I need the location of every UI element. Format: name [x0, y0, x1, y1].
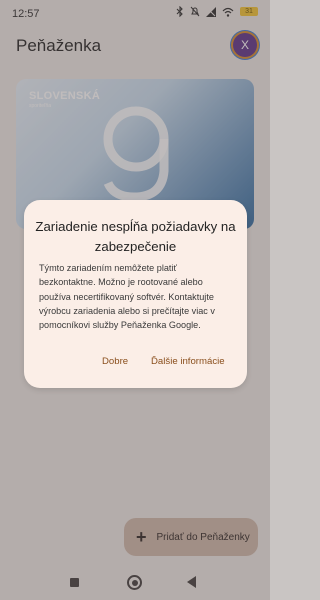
dialog-title: Zariadenie nespĺňa požiadavky na zabezpe…: [35, 219, 236, 254]
dialog-body: Týmto zariadením nemôžete platiť bezkont…: [39, 263, 215, 331]
security-warning-dialog: Zariadenie nespĺňa požiadavky na zabezpe…: [24, 200, 247, 388]
ok-button[interactable]: Dobre: [102, 356, 128, 367]
more-info-button[interactable]: Ďalšie informácie: [151, 356, 225, 367]
